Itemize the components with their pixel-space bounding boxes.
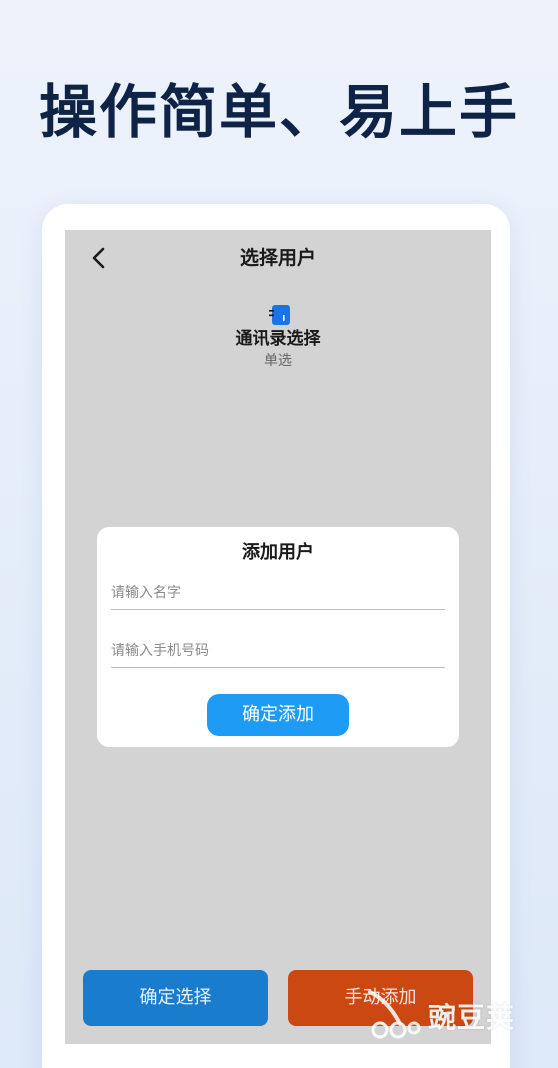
manual-add-button[interactable]: 手动添加 bbox=[288, 970, 473, 1026]
contact-select-title[interactable]: 通讯录选择 bbox=[65, 327, 491, 351]
phone-field bbox=[111, 637, 445, 668]
page-title: 选择用户 bbox=[239, 247, 316, 269]
name-field bbox=[111, 579, 445, 610]
dialog-title: 添加用户 bbox=[242, 542, 314, 563]
name-input[interactable] bbox=[111, 579, 445, 607]
contact-book-icon[interactable] bbox=[268, 304, 292, 326]
add-user-dialog: 添加用户 确定添加 bbox=[97, 527, 459, 747]
app-screen: 选择用户 通讯录选择 单选 添加用户 确定添加 确定选择 手动添加 bbox=[65, 230, 491, 1044]
confirm-select-button[interactable]: 确定选择 bbox=[83, 970, 268, 1026]
contact-select-mode: 单选 bbox=[264, 353, 292, 369]
phone-input[interactable] bbox=[111, 637, 445, 665]
promo-headline: 操作简单、易上手 bbox=[38, 78, 519, 146]
confirm-add-button[interactable]: 确定添加 bbox=[207, 694, 349, 736]
